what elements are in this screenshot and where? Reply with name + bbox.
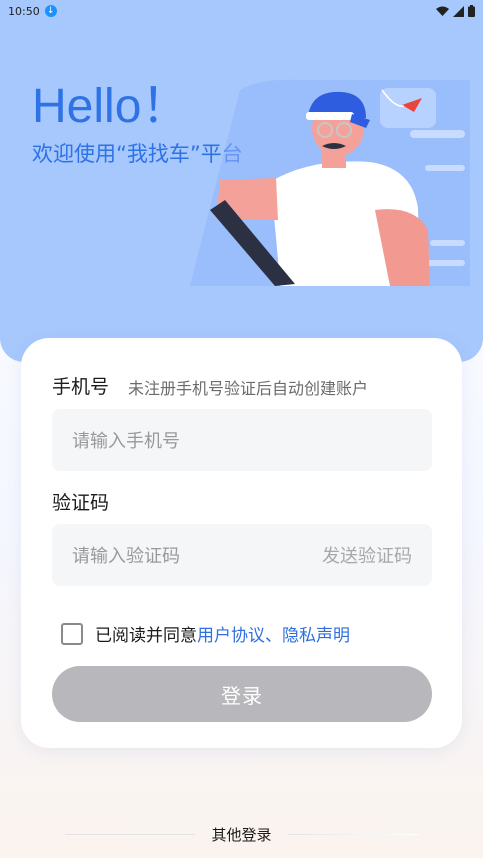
code-label: 验证码	[52, 492, 110, 514]
send-code-button[interactable]: 发送验证码	[322, 542, 412, 568]
code-input[interactable]: 请输入验证码 发送验证码	[52, 524, 432, 586]
other-login-row: 其他登录	[0, 824, 483, 845]
hero-banner: 10:50 ↓ Hello！ 欢迎使用“我找车”平台	[0, 0, 483, 362]
agreement-links[interactable]: 用户协议、隐私声明	[197, 621, 350, 646]
other-login-button[interactable]: 其他登录	[211, 824, 271, 845]
status-right	[436, 5, 475, 17]
login-card: 手机号 未注册手机号验证后自动创建账户 请输入手机号 验证码 请输入验证码 发送…	[21, 338, 462, 748]
agreement-row: 已阅读并同意 用户协议、隐私声明	[61, 621, 350, 646]
driver-illustration	[190, 79, 470, 286]
battery-icon	[468, 5, 475, 17]
greeting-title: Hello！	[32, 80, 190, 133]
divider-right	[287, 834, 418, 835]
phone-input[interactable]: 请输入手机号	[52, 409, 432, 471]
code-placeholder: 请输入验证码	[72, 546, 180, 567]
phone-hint: 未注册手机号验证后自动创建账户	[128, 379, 369, 398]
wifi-icon	[436, 6, 449, 16]
status-left: 10:50 ↓	[8, 5, 57, 18]
divider-left	[65, 834, 196, 835]
phone-placeholder: 请输入手机号	[72, 431, 180, 452]
agree-checkbox[interactable]	[61, 622, 83, 645]
status-bar: 10:50 ↓	[0, 0, 483, 22]
status-time: 10:50	[8, 4, 40, 18]
phone-label: 手机号	[52, 376, 110, 398]
download-icon: ↓	[44, 5, 57, 17]
signal-icon	[453, 5, 464, 17]
agree-prefix: 已阅读并同意	[95, 626, 197, 646]
login-button[interactable]: 登录	[52, 666, 432, 722]
